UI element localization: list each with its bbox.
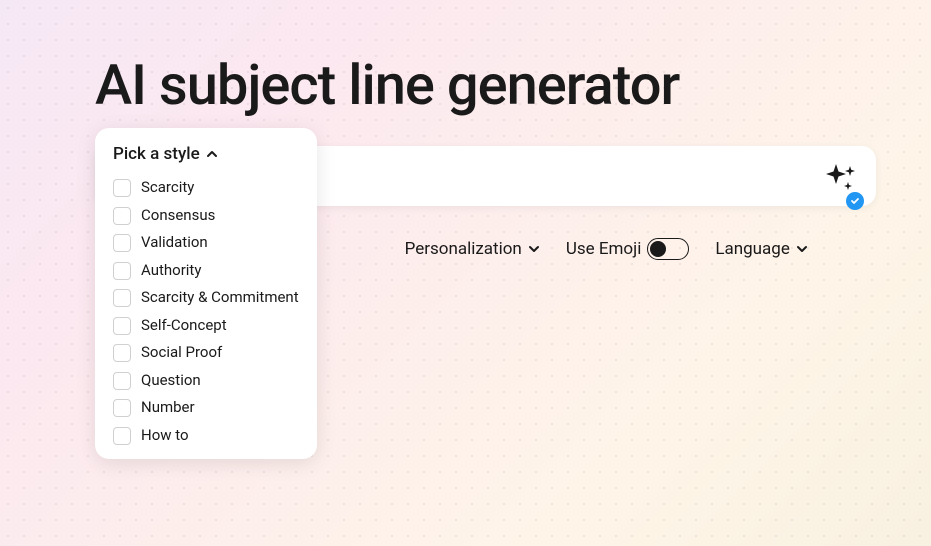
style-option[interactable]: Scarcity & Commitment bbox=[113, 288, 299, 308]
style-option-label: Authority bbox=[141, 261, 201, 281]
checkbox[interactable] bbox=[113, 179, 131, 197]
style-option[interactable]: Consensus bbox=[113, 206, 299, 226]
style-checkbox-list: Scarcity Consensus Validation Authority Scar… bbox=[113, 178, 299, 445]
sparkle-icon[interactable] bbox=[822, 160, 858, 196]
style-option-label: How to bbox=[141, 426, 189, 446]
chevron-down-icon bbox=[796, 243, 808, 255]
checkbox[interactable] bbox=[113, 344, 131, 362]
checkbox[interactable] bbox=[113, 427, 131, 445]
style-option-label: Consensus bbox=[141, 206, 215, 226]
style-dropdown-header[interactable]: Pick a style bbox=[113, 144, 299, 164]
style-option[interactable]: Scarcity bbox=[113, 178, 299, 198]
style-option[interactable]: Validation bbox=[113, 233, 299, 253]
verified-badge-icon bbox=[846, 192, 864, 210]
style-option-label: Scarcity bbox=[141, 178, 194, 198]
style-option[interactable]: Social Proof bbox=[113, 343, 299, 363]
chevron-down-icon bbox=[528, 243, 540, 255]
style-option[interactable]: Authority bbox=[113, 261, 299, 281]
toggle-knob bbox=[650, 241, 666, 257]
page-title: AI subject line generator bbox=[0, 0, 931, 118]
style-dropdown-title: Pick a style bbox=[113, 144, 200, 164]
style-option-label: Question bbox=[141, 371, 201, 391]
language-dropdown[interactable]: Language bbox=[715, 239, 808, 259]
personalization-dropdown[interactable]: Personalization bbox=[405, 239, 540, 259]
emoji-label: Use Emoji bbox=[566, 239, 642, 259]
emoji-toggle-group: Use Emoji bbox=[566, 238, 690, 260]
language-label: Language bbox=[715, 239, 790, 259]
style-option-label: Number bbox=[141, 398, 195, 418]
emoji-toggle[interactable] bbox=[647, 238, 689, 260]
checkbox[interactable] bbox=[113, 234, 131, 252]
style-option[interactable]: Self-Concept bbox=[113, 316, 299, 336]
style-option[interactable]: How to bbox=[113, 426, 299, 446]
style-option-label: Validation bbox=[141, 233, 208, 253]
chevron-up-icon bbox=[206, 148, 218, 160]
checkbox[interactable] bbox=[113, 317, 131, 335]
style-option-label: Scarcity & Commitment bbox=[141, 288, 299, 308]
checkbox[interactable] bbox=[113, 289, 131, 307]
style-option[interactable]: Question bbox=[113, 371, 299, 391]
checkbox[interactable] bbox=[113, 399, 131, 417]
style-option-label: Social Proof bbox=[141, 343, 222, 363]
checkbox[interactable] bbox=[113, 207, 131, 225]
style-dropdown-panel: Pick a style Scarcity Consensus Validation… bbox=[95, 128, 317, 459]
personalization-label: Personalization bbox=[405, 239, 522, 259]
style-option[interactable]: Number bbox=[113, 398, 299, 418]
checkbox[interactable] bbox=[113, 372, 131, 390]
checkbox[interactable] bbox=[113, 262, 131, 280]
style-option-label: Self-Concept bbox=[141, 316, 227, 336]
